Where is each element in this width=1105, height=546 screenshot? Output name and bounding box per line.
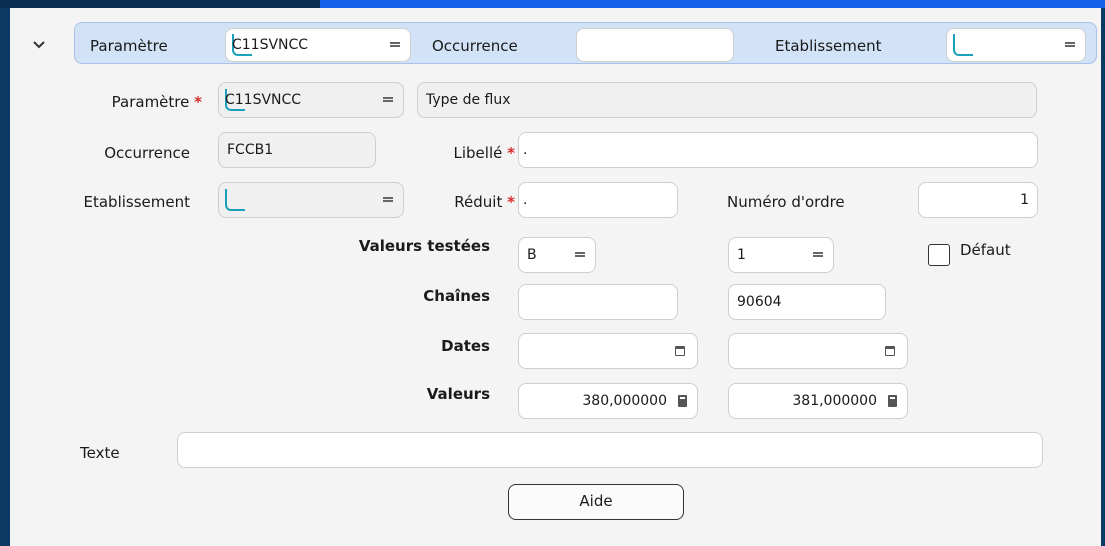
- valeurs-value-2: 381,000000: [792, 393, 877, 409]
- aide-button[interactable]: Aide: [508, 484, 684, 520]
- valeurs-testees-label: Valeurs testées: [358, 237, 490, 255]
- header-etablissement-field[interactable]: [946, 28, 1086, 62]
- valeurs-testees-select-1[interactable]: B: [518, 237, 596, 273]
- list-icon[interactable]: [1065, 42, 1075, 50]
- occurrence-value: FCCB1: [227, 142, 274, 158]
- valeurs-input-2[interactable]: 381,000000: [728, 383, 908, 419]
- etablissement-label: Etablissement: [83, 193, 191, 211]
- valeurs-value-1: 380,000000: [582, 393, 667, 409]
- list-icon[interactable]: [383, 97, 393, 105]
- parametre-description: Type de flux: [426, 92, 511, 108]
- zoom-bracket-icon: [225, 189, 245, 211]
- chaines-value-2: 90604: [737, 294, 782, 310]
- defaut-label: Défaut: [960, 241, 1011, 259]
- valeurs-testees-select-2[interactable]: 1: [728, 237, 834, 273]
- valeurs-label: Valeurs: [426, 385, 490, 403]
- calculator-icon[interactable]: [678, 395, 687, 407]
- header-etablissement-label: Etablissement: [775, 37, 882, 55]
- reduit-label: Réduit *: [454, 193, 515, 211]
- chevron-down-icon[interactable]: [32, 38, 46, 52]
- defaut-checkbox[interactable]: [928, 244, 950, 266]
- top-dark-strip: [0, 0, 320, 8]
- header-parametre-label: Paramètre: [90, 37, 168, 55]
- parametre-value: C11SVNCC: [225, 92, 302, 108]
- texte-input[interactable]: [177, 432, 1043, 468]
- dates-label: Dates: [441, 337, 490, 355]
- occurrence-label: Occurrence: [104, 144, 190, 162]
- parametre-description-field: Type de flux: [417, 82, 1037, 118]
- zoom-bracket-icon: [953, 34, 973, 56]
- header-occurrence-label: Occurrence: [432, 37, 518, 55]
- list-icon[interactable]: [813, 252, 823, 260]
- texte-label: Texte: [80, 444, 120, 462]
- header-parametre-field[interactable]: C11SVNCC: [225, 28, 411, 62]
- chaines-input-2[interactable]: 90604: [728, 284, 886, 320]
- list-icon[interactable]: [390, 42, 400, 50]
- header-occurrence-field[interactable]: [576, 28, 734, 62]
- header-parametre-value: C11SVNCC: [232, 37, 309, 53]
- chaines-label: Chaînes: [423, 287, 490, 305]
- parametre-label: Paramètre *: [111, 93, 202, 111]
- calculator-icon[interactable]: [888, 395, 897, 407]
- form-panel: Paramètre C11SVNCC Occurrence Etablissem…: [10, 8, 1101, 546]
- reduit-input[interactable]: .: [518, 182, 678, 218]
- reduit-value: .: [523, 192, 528, 208]
- numero-ordre-value: 1: [1020, 192, 1029, 208]
- numero-ordre-input[interactable]: 1: [918, 182, 1038, 218]
- top-blue-strip: [320, 0, 1105, 8]
- occurrence-field: FCCB1: [218, 132, 376, 168]
- parametre-field[interactable]: C11SVNCC: [218, 82, 404, 118]
- libelle-input[interactable]: .: [518, 132, 1038, 168]
- dates-input-1[interactable]: [518, 333, 698, 369]
- numero-ordre-label: Numéro d'ordre: [727, 193, 845, 211]
- valeurs-testees-value-1: B: [527, 247, 537, 263]
- valeurs-testees-value-2: 1: [737, 247, 746, 263]
- libelle-label: Libellé *: [453, 144, 515, 162]
- dates-input-2[interactable]: [728, 333, 908, 369]
- calendar-icon[interactable]: [675, 346, 685, 356]
- etablissement-field[interactable]: [218, 182, 404, 218]
- chaines-input-1[interactable]: [518, 284, 678, 320]
- valeurs-input-1[interactable]: 380,000000: [518, 383, 698, 419]
- calendar-icon[interactable]: [885, 346, 895, 356]
- list-icon[interactable]: [575, 252, 585, 260]
- libelle-value: .: [523, 142, 528, 158]
